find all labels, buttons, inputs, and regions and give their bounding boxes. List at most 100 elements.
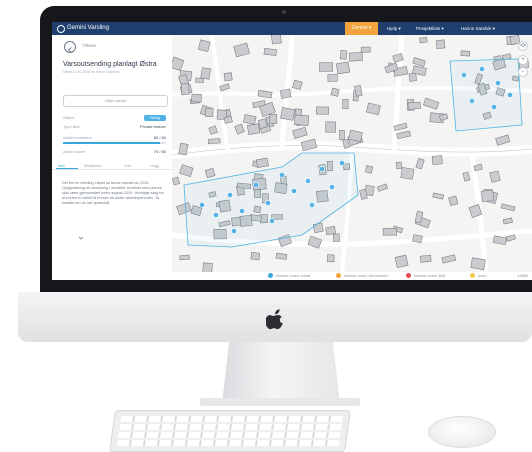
recipient-marker[interactable]	[227, 192, 233, 198]
zoom-out-button[interactable]: −	[518, 67, 528, 77]
map-building	[250, 252, 261, 261]
map-building	[202, 262, 213, 272]
map-building	[396, 130, 412, 140]
recipient-marker[interactable]	[199, 202, 205, 208]
recipient-marker[interactable]	[469, 98, 475, 104]
mouse	[428, 416, 496, 448]
map-building	[208, 125, 218, 135]
map-building	[382, 228, 397, 236]
map-building	[294, 114, 310, 126]
tab-map[interactable]: Kart	[124, 163, 131, 168]
type-label: Type ikke	[63, 124, 80, 129]
map-building	[342, 99, 349, 109]
nav-help[interactable]: Hjelp ▾	[387, 22, 401, 35]
recipient-marker[interactable]	[291, 188, 297, 194]
camera	[282, 10, 286, 14]
map-building	[207, 138, 221, 145]
map-building	[178, 142, 189, 156]
map-building	[470, 257, 486, 271]
map-building	[395, 161, 403, 170]
map-building	[419, 254, 432, 263]
map-building	[360, 46, 371, 53]
map-building	[400, 167, 415, 180]
recipient-marker[interactable]	[279, 172, 285, 178]
map-building	[435, 39, 446, 50]
legend-label-other: Andre	[478, 273, 487, 278]
tab-log[interactable]: Logg	[150, 163, 159, 168]
screen: Gemini Varsling Gemini ▾ Hjelp ▾ Prosjek…	[52, 22, 532, 280]
layers-button[interactable]	[518, 41, 528, 51]
map-building	[441, 254, 457, 264]
map-building	[325, 121, 336, 133]
map-building	[462, 171, 471, 182]
map-building	[247, 123, 261, 135]
recipient-marker[interactable]	[495, 80, 501, 86]
send-notice-button[interactable]: Utfør varsel	[63, 95, 168, 107]
map-building	[280, 107, 296, 121]
status-label: Status	[63, 115, 75, 120]
map-building	[179, 254, 190, 261]
map-building	[325, 226, 337, 236]
recipient-marker[interactable]	[239, 208, 245, 214]
plan-subtitle: Utført 12.10.2018 av Hanne Sandvik	[63, 70, 120, 74]
nav-gemini[interactable]: Gemini ▾	[345, 22, 378, 35]
side-panel: Tilbake Varsoutsending planlagt Østra Ut…	[52, 35, 172, 280]
zoom-in-button[interactable]: +	[518, 55, 528, 65]
map-building	[275, 252, 288, 260]
recipient-marker[interactable]	[507, 92, 513, 98]
map-building	[407, 101, 421, 110]
map-building	[179, 164, 194, 178]
recipient-marker[interactable]	[319, 166, 325, 172]
map-building	[339, 129, 345, 140]
recipient-marker[interactable]	[479, 66, 485, 72]
key-row	[120, 416, 344, 422]
recipient-marker[interactable]	[305, 178, 311, 184]
arrow-left-icon	[67, 47, 72, 53]
map-building	[481, 189, 495, 202]
brand-logo-icon	[57, 25, 65, 33]
map-building	[419, 36, 428, 44]
nav-project-list[interactable]: Prosjektliste ▾	[416, 22, 444, 35]
recipient-marker[interactable]	[253, 182, 259, 188]
recipient-marker[interactable]	[265, 200, 271, 206]
recipient-marker[interactable]	[329, 184, 335, 190]
nav-user-menu[interactable]: Hanne Sandvik ▾	[461, 22, 495, 35]
map-building	[172, 56, 185, 72]
map-building	[292, 79, 303, 90]
map-building	[376, 183, 389, 192]
recipient-marker[interactable]	[309, 202, 315, 208]
map-view[interactable]: + −	[172, 35, 532, 272]
map-legend: Mottaker-varslet, mottatt Mottaker-varsl…	[172, 272, 532, 280]
map-canvas[interactable]	[172, 35, 532, 272]
map-building	[243, 114, 257, 125]
tab-recipients[interactable]: Mottakere	[84, 163, 102, 168]
monitor-stand	[222, 342, 340, 404]
map-building	[255, 157, 269, 168]
map-building	[330, 87, 340, 97]
chevron-down-icon[interactable]	[78, 235, 84, 241]
tabs-divider	[52, 169, 172, 170]
recipient-marker[interactable]	[213, 212, 219, 218]
recipient-marker[interactable]	[269, 218, 275, 224]
back-label[interactable]: Tilbake	[82, 43, 96, 48]
recipients-value: 80 / 80	[153, 135, 166, 140]
map-building	[234, 123, 245, 135]
legend-dot-received	[268, 273, 273, 278]
map-building	[223, 72, 233, 82]
back-button[interactable]	[64, 41, 76, 53]
map-building	[364, 165, 374, 174]
map-building	[448, 195, 459, 206]
map-building	[263, 48, 277, 56]
type-value: Private beboer	[139, 124, 166, 129]
recipient-marker[interactable]	[231, 228, 237, 234]
map-building	[335, 61, 351, 75]
legend-dot-unconfirmed	[336, 273, 341, 278]
recipient-marker[interactable]	[461, 72, 467, 78]
map-building	[412, 57, 426, 67]
app-brand[interactable]: Gemini Varsling	[67, 24, 109, 33]
progress-fill	[63, 142, 160, 144]
map-building	[339, 50, 348, 60]
recipient-marker[interactable]	[491, 104, 497, 110]
recipient-marker[interactable]	[339, 160, 345, 166]
map-building	[181, 83, 190, 95]
